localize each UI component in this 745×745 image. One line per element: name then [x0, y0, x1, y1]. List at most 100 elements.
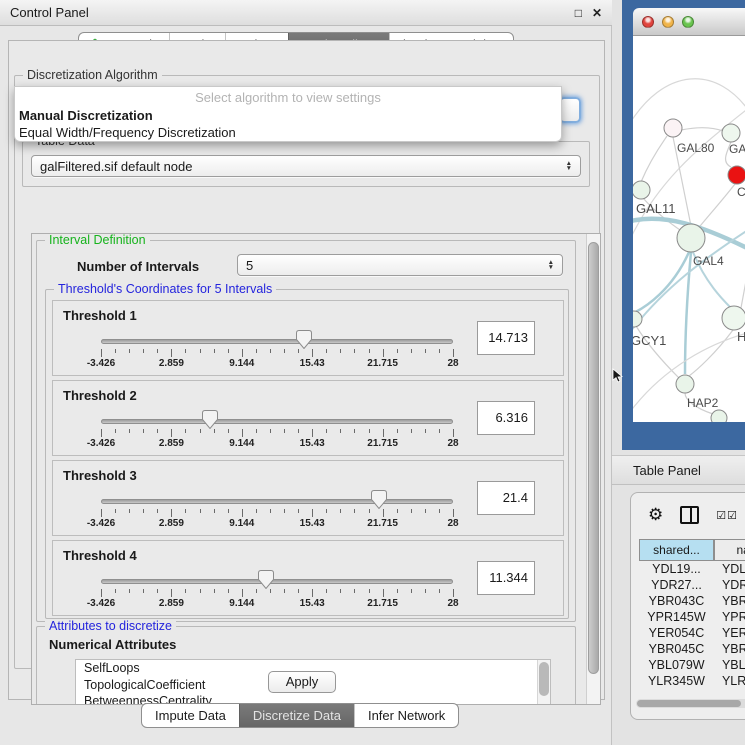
- threshold-slider-thumb[interactable]: [258, 570, 274, 589]
- threshold-ticks: [101, 349, 453, 357]
- threshold-value-field[interactable]: 21.4: [477, 481, 535, 515]
- threshold-ticks: [101, 429, 453, 437]
- network-edge[interactable]: [633, 252, 689, 316]
- zoom-traffic-light[interactable]: [682, 16, 694, 28]
- tab-discretize-data[interactable]: Discretize Data: [239, 704, 354, 727]
- attributes-scrollbar[interactable]: [537, 660, 550, 705]
- threshold-slider-track[interactable]: [101, 419, 453, 424]
- table-row[interactable]: YDL19...YDL1: [639, 561, 745, 577]
- network-node-label: GAL4: [693, 254, 724, 268]
- threshold-label: Threshold 4: [63, 548, 137, 563]
- network-node[interactable]: [728, 166, 745, 184]
- tab-label: Impute Data: [155, 708, 226, 723]
- threshold-ticks: [101, 509, 453, 517]
- table-cell-name: YDR2: [714, 577, 745, 593]
- table-row[interactable]: YBR045CYBR0: [639, 641, 745, 657]
- settings-scroll-pane: Interval Definition Number of Intervals …: [31, 233, 601, 705]
- algorithm-combo-focused-fragment[interactable]: [559, 97, 581, 123]
- network-edge[interactable]: [633, 79, 745, 128]
- settings-scrollbar-thumb[interactable]: [588, 242, 599, 674]
- close-traffic-light[interactable]: [642, 16, 654, 28]
- table-row[interactable]: YDR27...YDR2: [639, 577, 745, 593]
- float-window-icon[interactable]: □: [575, 6, 582, 20]
- table-column-header[interactable]: name: [714, 539, 745, 561]
- threshold-tick-labels: -3.4262.8599.14415.4321.71528: [101, 518, 453, 530]
- threshold-tick-labels: -3.4262.8599.14415.4321.71528: [101, 438, 453, 450]
- algorithm-option[interactable]: Equal Width/Frequency Discretization: [15, 124, 561, 141]
- table-cell-shared-name: YPR145W: [639, 609, 714, 625]
- network-view-window[interactable]: GAL80GACGAL11GAL4GCY1HHAP2: [633, 8, 745, 422]
- network-window-titlebar[interactable]: [633, 8, 745, 36]
- network-edge[interactable]: [641, 136, 667, 182]
- gear-icon[interactable]: ⚙: [648, 505, 663, 525]
- network-node-label: C: [737, 185, 745, 199]
- table-hscrollbar-thumb[interactable]: [637, 700, 741, 707]
- table-data-combo[interactable]: galFiltered.sif default node ▲▼: [31, 155, 581, 177]
- table-data-combo-value: galFiltered.sif default node: [40, 159, 192, 174]
- network-node[interactable]: [722, 306, 745, 330]
- table-cell-name: YLR3: [714, 673, 745, 685]
- threshold-label: Threshold 1: [63, 308, 137, 323]
- control-panel-titlebar: Control Panel □ ✕: [0, 0, 612, 26]
- threshold-slider-thumb[interactable]: [202, 410, 218, 429]
- split-columns-icon[interactable]: [680, 506, 699, 524]
- network-edge[interactable]: [741, 250, 745, 308]
- table-panel-region: Table Panel ⚙ ☑☑ shared...name YDL19...Y…: [612, 450, 745, 745]
- algorithm-option[interactable]: Manual Discretization: [15, 107, 561, 124]
- network-node[interactable]: [676, 375, 694, 393]
- table-cell-shared-name: YBL079W: [639, 657, 714, 673]
- apply-button[interactable]: Apply: [268, 671, 336, 693]
- network-node[interactable]: [664, 119, 682, 137]
- network-node[interactable]: [633, 311, 642, 327]
- network-edge[interactable]: [689, 330, 733, 376]
- table-header-row: shared...name: [639, 539, 745, 561]
- minimize-traffic-light[interactable]: [662, 16, 674, 28]
- threshold-row: Threshold 1-3.4262.8599.14415.4321.71528…: [52, 300, 564, 376]
- network-edge[interactable]: [681, 128, 723, 131]
- threshold-rows: Threshold 1 -3.4262.8599.14415.4321.71528…: [52, 300, 564, 620]
- network-node[interactable]: [633, 181, 650, 199]
- threshold-slider-track[interactable]: [101, 339, 453, 344]
- settings-vertical-scrollbar[interactable]: [586, 234, 600, 704]
- close-panel-icon[interactable]: ✕: [592, 6, 602, 20]
- threshold-slider-thumb[interactable]: [371, 490, 387, 509]
- node-table[interactable]: shared...name YDL19...YDL1YDR27...YDR2YB…: [639, 539, 745, 685]
- table-row[interactable]: YBR043CYBR0: [639, 593, 745, 609]
- table-cell-shared-name: YBR045C: [639, 641, 714, 657]
- table-column-header[interactable]: shared...: [639, 539, 714, 561]
- number-of-intervals-value: 5: [246, 258, 253, 273]
- threshold-slider-track[interactable]: [101, 499, 453, 504]
- threshold-ticks: [101, 589, 453, 597]
- algorithm-placeholder-option[interactable]: Select algorithm to view settings: [15, 87, 561, 107]
- network-node[interactable]: [722, 124, 740, 142]
- threshold-value-field[interactable]: 11.344: [477, 561, 535, 595]
- network-node[interactable]: [711, 410, 727, 422]
- table-cell-shared-name: YLR345W: [639, 673, 714, 685]
- checkboxes-icon[interactable]: ☑☑: [716, 509, 738, 522]
- network-edge[interactable]: [697, 184, 735, 230]
- table-data-group: Table Data galFiltered.sif default node …: [22, 141, 590, 187]
- network-node-label: GA: [729, 142, 745, 156]
- attributes-scrollbar-thumb[interactable]: [539, 662, 549, 696]
- threshold-slider-thumb[interactable]: [296, 330, 312, 349]
- table-cell-shared-name: YDR27...: [639, 577, 714, 593]
- tab-infer-network[interactable]: Infer Network: [354, 704, 458, 727]
- threshold-value-field[interactable]: 14.713: [477, 321, 535, 355]
- number-of-intervals-combo[interactable]: 5 ▲▼: [237, 254, 563, 276]
- table-row[interactable]: YBL079WYBL0: [639, 657, 745, 673]
- table-row[interactable]: YER054CYER0: [639, 625, 745, 641]
- table-row[interactable]: YPR145WYPR1: [639, 609, 745, 625]
- threshold-label: Threshold 2: [63, 388, 137, 403]
- threshold-row: Threshold 2 -3.4262.8599.14415.4321.71528…: [52, 380, 564, 456]
- table-cell-name: YDL1: [714, 561, 745, 577]
- tab-impute-data[interactable]: Impute Data: [142, 704, 239, 727]
- network-node[interactable]: [677, 224, 705, 252]
- network-canvas[interactable]: GAL80GACGAL11GAL4GCY1HHAP2: [633, 36, 745, 422]
- thresholds-group: Threshold's Coordinates for 5 Intervals …: [45, 289, 569, 619]
- table-cell-name: YBL0: [714, 657, 745, 673]
- threshold-value-field[interactable]: 6.316: [477, 401, 535, 435]
- table-row[interactable]: YLR345WYLR3: [639, 673, 745, 685]
- table-panel-title: Table Panel: [633, 463, 701, 478]
- table-horizontal-scrollbar[interactable]: [636, 699, 745, 708]
- threshold-slider-track[interactable]: [101, 579, 453, 584]
